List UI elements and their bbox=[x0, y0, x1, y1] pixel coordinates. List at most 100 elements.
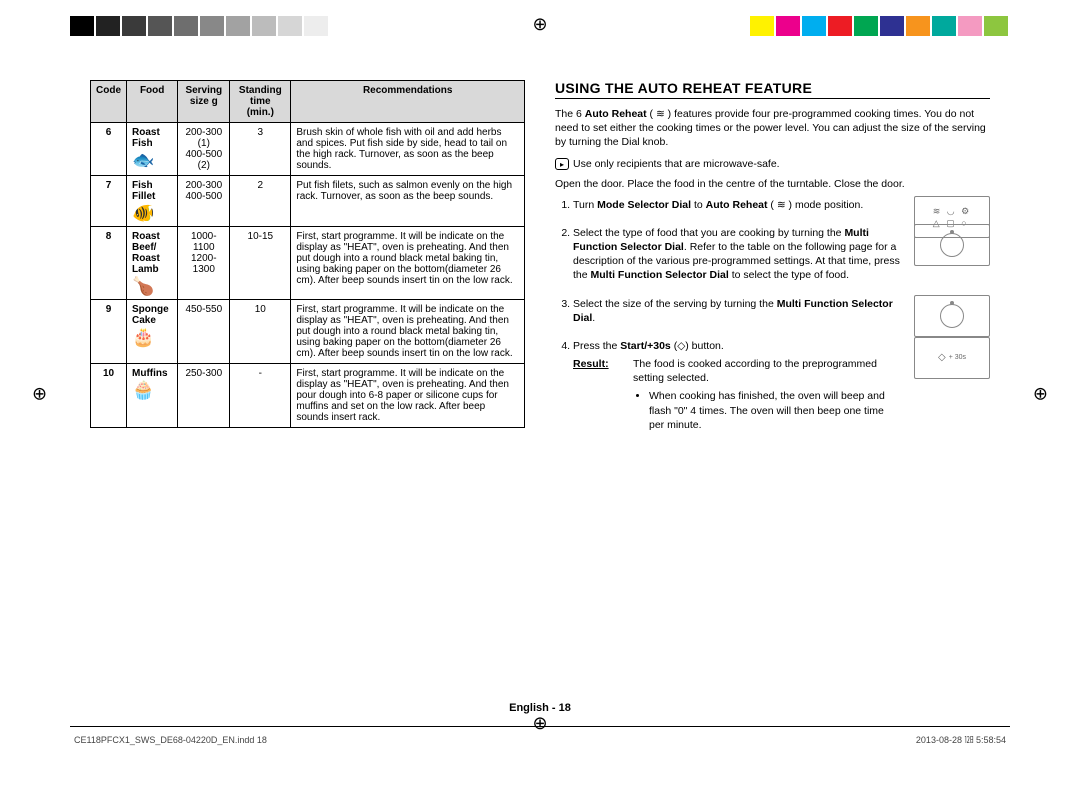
footer-timestamp: 2013-08-28 ㏫ 5:58:54 bbox=[916, 733, 1006, 746]
result-main: The food is cooked according to the prep… bbox=[633, 357, 900, 385]
cell-serving: 200-300 (1) 400-500 (2) bbox=[178, 123, 230, 176]
food-icon: 🐠 bbox=[132, 204, 172, 222]
food-name: Fish Fillet bbox=[132, 180, 155, 202]
swatch bbox=[278, 16, 302, 36]
color-swatches-right bbox=[750, 16, 1010, 36]
result-bullet: When cooking has finished, the oven will… bbox=[649, 389, 900, 432]
registration-mark-right: ⊕ bbox=[1033, 384, 1048, 405]
cell-standing: - bbox=[230, 364, 291, 428]
step-item: Select the type of food that you are coo… bbox=[573, 226, 990, 283]
result-body: The food is cooked according to the prep… bbox=[633, 357, 900, 432]
swatch bbox=[984, 16, 1008, 36]
swatch bbox=[880, 16, 904, 36]
swatch bbox=[828, 16, 852, 36]
swatch bbox=[932, 16, 956, 36]
cell-serving: 200-300 400-500 bbox=[178, 176, 230, 227]
registration-mark-top: ⊕ bbox=[532, 14, 547, 35]
result-label: Result: bbox=[573, 357, 623, 432]
step-text: Select the size of the serving by turnin… bbox=[573, 297, 900, 325]
food-icon: 🍗 bbox=[132, 277, 172, 295]
cell-recommendation: First, start programme. It will be indic… bbox=[291, 364, 525, 428]
cell-recommendation: Put fish filets, such as salmon evenly o… bbox=[291, 176, 525, 227]
cell-code: 10 bbox=[91, 364, 127, 428]
cell-code: 8 bbox=[91, 227, 127, 300]
table-row: 9Sponge Cake 🎂 450-55010First, start progr… bbox=[91, 300, 525, 364]
food-icon: 🎂 bbox=[132, 328, 172, 346]
start-figure: ◇+ 30s bbox=[914, 337, 990, 379]
cell-food: Muffins 🧁 bbox=[127, 364, 178, 428]
right-column: USING THE AUTO REHEAT FEATURE The 6 Auto… bbox=[555, 80, 990, 446]
dial-figure bbox=[914, 224, 990, 266]
cell-standing: 10 bbox=[230, 300, 291, 364]
swatch bbox=[96, 16, 120, 36]
food-icon: 🧁 bbox=[132, 381, 172, 399]
cell-serving: 450-550 bbox=[178, 300, 230, 364]
cell-code: 7 bbox=[91, 176, 127, 227]
food-name: Roast Beef/ Roast Lamb bbox=[132, 231, 160, 275]
table-header: Recommendations bbox=[291, 81, 525, 123]
food-icon: 🐟 bbox=[132, 151, 172, 169]
page-root: ⊕ ⊕ ⊕ ⊕ CodeFoodServing size gStanding t… bbox=[0, 0, 1080, 788]
cell-standing: 2 bbox=[230, 176, 291, 227]
cell-food: Sponge Cake 🎂 bbox=[127, 300, 178, 364]
food-table: CodeFoodServing size gStanding time (min… bbox=[90, 80, 525, 428]
swatch bbox=[200, 16, 224, 36]
left-column: CodeFoodServing size gStanding time (min… bbox=[90, 80, 525, 446]
cell-standing: 10-15 bbox=[230, 227, 291, 300]
step-text: Select the type of food that you are coo… bbox=[573, 226, 900, 283]
content-columns: CodeFoodServing size gStanding time (min… bbox=[90, 80, 990, 446]
intro-paragraph: The 6 Auto Reheat ( ≋ ) features provide… bbox=[555, 107, 990, 150]
food-name: Sponge Cake bbox=[132, 304, 169, 326]
steps-list: Turn Mode Selector Dial to Auto Reheat (… bbox=[555, 198, 990, 432]
cell-food: Roast Fish 🐟 bbox=[127, 123, 178, 176]
table-header: Food bbox=[127, 81, 178, 123]
cell-serving: 1000-1100 1200-1300 bbox=[178, 227, 230, 300]
table-row: 7Fish Fillet 🐠 200-300 400-5002Put fish fi… bbox=[91, 176, 525, 227]
swatch bbox=[174, 16, 198, 36]
cell-serving: 250-300 bbox=[178, 364, 230, 428]
cell-code: 6 bbox=[91, 123, 127, 176]
footer-bar: CE118PFCX1_SWS_DE68-04220D_EN.indd 18 20… bbox=[70, 726, 1010, 748]
tip-text: Use only recipients that are microwave-s… bbox=[573, 158, 780, 170]
food-name: Muffins bbox=[132, 368, 168, 379]
swatch bbox=[906, 16, 930, 36]
section-heading: USING THE AUTO REHEAT FEATURE bbox=[555, 80, 990, 99]
food-name: Roast Fish bbox=[132, 127, 160, 149]
step-item: Select the size of the serving by turnin… bbox=[573, 297, 990, 325]
table-row: 10 Muffins 🧁 250-300-First, start programme… bbox=[91, 364, 525, 428]
registration-mark-left: ⊕ bbox=[32, 384, 47, 405]
cell-recommendation: Brush skin of whole fish with oil and ad… bbox=[291, 123, 525, 176]
cell-food: Roast Beef/ Roast Lamb 🍗 bbox=[127, 227, 178, 300]
page-number: English - 18 bbox=[509, 702, 571, 714]
table-header: Serving size g bbox=[178, 81, 230, 123]
swatch bbox=[148, 16, 172, 36]
dial-figure bbox=[914, 295, 990, 337]
swatch bbox=[70, 16, 94, 36]
swatch bbox=[226, 16, 250, 36]
swatch bbox=[750, 16, 774, 36]
cell-recommendation: First, start programme. It will be indic… bbox=[291, 300, 525, 364]
tip-icon: ▸ bbox=[555, 158, 569, 170]
step-text: Press the Start/+30s (◇) button. bbox=[573, 339, 900, 353]
swatch bbox=[802, 16, 826, 36]
table-row: 8Roast Beef/ Roast Lamb 🍗 1000-1100 1200-1… bbox=[91, 227, 525, 300]
cell-standing: 3 bbox=[230, 123, 291, 176]
step-item: Turn Mode Selector Dial to Auto Reheat (… bbox=[573, 198, 990, 212]
result-block: Result: The food is cooked according to t… bbox=[573, 357, 900, 432]
table-header: Code bbox=[91, 81, 127, 123]
swatch bbox=[854, 16, 878, 36]
step-item: Press the Start/+30s (◇) button. ◇+ 30s Re… bbox=[573, 339, 990, 432]
table-header: Standing time (min.) bbox=[230, 81, 291, 123]
open-door-instruction: Open the door. Place the food in the cen… bbox=[555, 178, 990, 190]
cell-code: 9 bbox=[91, 300, 127, 364]
cell-recommendation: First, start programme. It will be indic… bbox=[291, 227, 525, 300]
swatch bbox=[122, 16, 146, 36]
swatch bbox=[958, 16, 982, 36]
swatch bbox=[252, 16, 276, 36]
table-row: 6Roast Fish 🐟 200-300 (1) 400-500 (2)3Brus… bbox=[91, 123, 525, 176]
swatch bbox=[304, 16, 328, 36]
color-swatches-left bbox=[70, 16, 330, 36]
footer-file: CE118PFCX1_SWS_DE68-04220D_EN.indd 18 bbox=[74, 735, 267, 745]
swatch bbox=[776, 16, 800, 36]
safety-tip: ▸ Use only recipients that are microwave-… bbox=[555, 158, 990, 170]
